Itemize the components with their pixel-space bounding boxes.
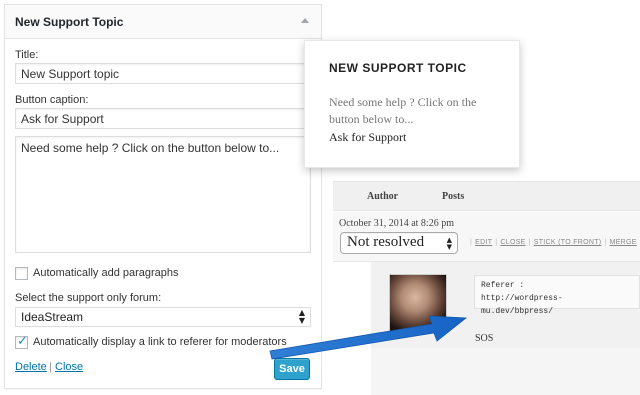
status-select[interactable]: Not resolved ▲ ▼ (340, 232, 458, 254)
merge-link[interactable]: MERGE (610, 239, 637, 246)
status-select-value: Not resolved (347, 234, 425, 250)
column-posts: Posts (442, 191, 465, 202)
stick-link[interactable]: STICK (TO FRONT) (534, 239, 602, 246)
auto-paragraphs-checkbox[interactable] (15, 267, 28, 280)
popup-support-button[interactable]: Ask for Support (329, 130, 406, 145)
title-input[interactable]: New Support topic (15, 63, 311, 84)
post-meta-bar: October 31, 2014 at 8:26 pm Not resolved… (333, 212, 640, 262)
widget-title: New Support Topic (15, 15, 124, 29)
referer-label: Automatically display a link to referer … (33, 336, 287, 348)
forum-label: Select the support only forum: (15, 292, 162, 304)
referer-box: Referer : http://wordpress-mu.dev/bbpres… (474, 275, 640, 316)
edit-link[interactable]: EDIT (475, 239, 492, 246)
popup-title: NEW SUPPORT TOPIC (329, 61, 467, 75)
forum-preview: Author Posts October 31, 2014 at 8:26 pm… (333, 181, 640, 395)
body-textarea[interactable]: Need some help ? Click on the button bel… (15, 136, 311, 253)
column-author: Author (367, 191, 399, 202)
select-arrows-icon: ▲ ▼ (446, 236, 452, 251)
close-topic-link[interactable]: CLOSE (500, 239, 525, 246)
referer-checkbox[interactable]: ✓ (15, 334, 28, 349)
select-arrows-icon: ▲ ▼ (298, 308, 305, 325)
save-button[interactable]: Save (274, 358, 310, 380)
post-actions: | EDIT | CLOSE | STICK (TO FRONT) | MERGE (470, 239, 637, 246)
widget-panel: New Support Topic Title: New Support top… (4, 4, 322, 389)
post-body: Referer : http://wordpress-mu.dev/bbpres… (371, 262, 640, 395)
forum-table-header: Author Posts (333, 181, 640, 211)
post-date: October 31, 2014 at 8:26 pm (339, 218, 454, 229)
referer-url[interactable]: http://wordpress-mu.dev/bbpress/ (481, 292, 633, 318)
checkmark-icon: ✓ (17, 334, 28, 349)
support-popup: NEW SUPPORT TOPIC Need some help ? Click… (304, 40, 520, 168)
auto-paragraphs-label: Automatically add paragraphs (33, 267, 179, 279)
forum-select-value: IdeaStream (21, 310, 84, 324)
title-label: Title: (15, 49, 39, 61)
close-link[interactable]: Close (55, 361, 83, 373)
post-text: SOS (475, 333, 494, 344)
caption-input[interactable]: Ask for Support (15, 108, 311, 129)
collapse-arrow-icon[interactable] (301, 18, 309, 23)
widget-header[interactable]: New Support Topic (5, 5, 321, 39)
link-separator: | (49, 361, 52, 373)
referer-label: Referer : (481, 281, 525, 290)
popup-text: Need some help ? Click on the button bel… (329, 95, 477, 126)
caption-label: Button caption: (15, 94, 89, 106)
delete-link[interactable]: Delete (15, 361, 47, 373)
forum-select[interactable]: IdeaStream ▲ ▼ (15, 307, 311, 327)
avatar (389, 274, 447, 332)
